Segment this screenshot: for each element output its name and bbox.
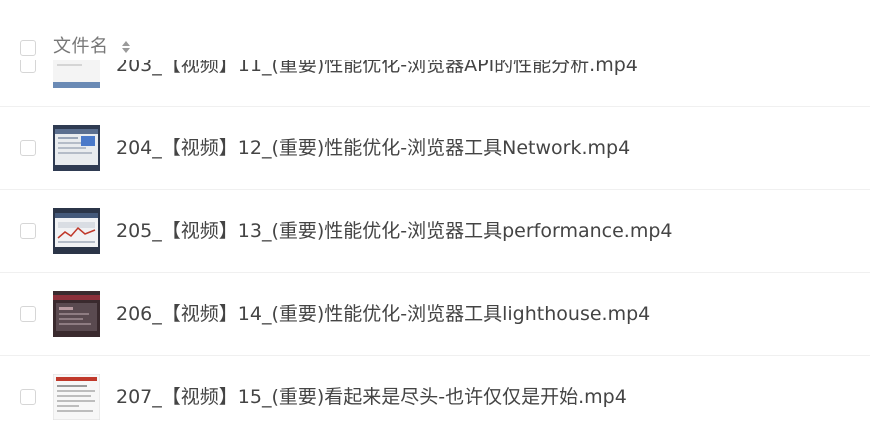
file-row[interactable]: 207_【视频】15_(重要)看起来是尽头-也许仅仅是开始.mp4: [0, 356, 870, 435]
row-checkbox[interactable]: [20, 389, 36, 405]
video-thumbnail[interactable]: [53, 374, 100, 420]
file-row[interactable]: 206_【视频】14_(重要)性能优化-浏览器工具lighthouse.mp4: [0, 273, 870, 356]
sort-icon[interactable]: [121, 38, 131, 56]
file-name-link[interactable]: 204_【视频】12_(重要)性能优化-浏览器工具Network.mp4: [116, 135, 630, 161]
file-row[interactable]: 205_【视频】13_(重要)性能优化-浏览器工具performance.mp4: [0, 190, 870, 273]
video-thumbnail[interactable]: [53, 125, 100, 171]
video-thumbnail[interactable]: [53, 208, 100, 254]
list-header: 文件名: [0, 0, 870, 60]
file-name-link[interactable]: 205_【视频】13_(重要)性能优化-浏览器工具performance.mp4: [116, 218, 673, 244]
video-thumbnail[interactable]: [53, 291, 100, 337]
select-all-checkbox[interactable]: [20, 40, 36, 56]
row-checkbox[interactable]: [20, 140, 36, 156]
file-name-link[interactable]: 207_【视频】15_(重要)看起来是尽头-也许仅仅是开始.mp4: [116, 384, 627, 410]
file-name-link[interactable]: 206_【视频】14_(重要)性能优化-浏览器工具lighthouse.mp4: [116, 301, 650, 327]
row-checkbox[interactable]: [20, 306, 36, 322]
file-row[interactable]: 204_【视频】12_(重要)性能优化-浏览器工具Network.mp4: [0, 107, 870, 190]
file-list: 203_【视频】11_(重要)性能优化-浏览器API的性能分析.mp4 204_…: [0, 0, 870, 435]
column-header-filename[interactable]: 文件名: [53, 35, 109, 59]
row-checkbox[interactable]: [20, 223, 36, 239]
